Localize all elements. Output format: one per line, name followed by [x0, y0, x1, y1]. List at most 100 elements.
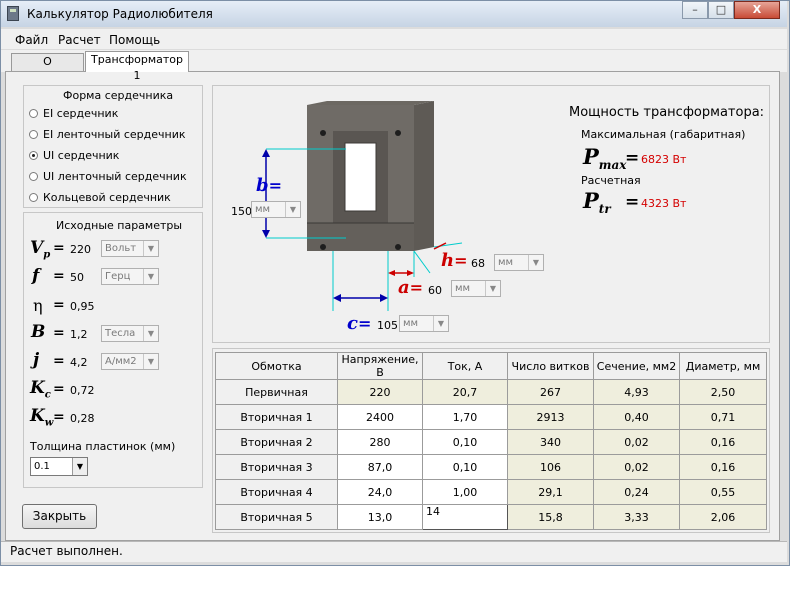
b-induction-value[interactable]: 1,2	[70, 328, 88, 341]
j-unit-select[interactable]: А/мм2 ▼	[101, 353, 159, 370]
cell-voltage[interactable]: 2400	[337, 404, 423, 430]
kc-value[interactable]: 0,72	[70, 384, 95, 397]
cell-diameter: 0,16	[679, 429, 767, 455]
calculator-icon	[7, 6, 19, 21]
b-unit-select[interactable]: Тесла ▼	[101, 325, 159, 342]
cell-turns: 267	[507, 379, 594, 405]
j-unit-value: А/мм2	[105, 356, 137, 367]
radio-ui-indicator[interactable]	[29, 151, 38, 160]
header-winding[interactable]: Обмотка	[215, 352, 338, 380]
cell-current[interactable]: 1,00	[422, 479, 508, 505]
header-voltage[interactable]: Напряжение, В	[337, 352, 423, 380]
core-hole	[320, 244, 326, 250]
b-dim-unit-select[interactable]: мм ▼	[251, 201, 301, 218]
eta-value[interactable]: 0,95	[70, 300, 95, 313]
h-dim-label: h=	[441, 250, 468, 271]
cell-voltage[interactable]: 220	[337, 379, 423, 405]
eta-equals: =	[53, 297, 65, 313]
menu-help[interactable]: Помощь	[109, 33, 160, 47]
close-button[interactable]: Закрыть	[22, 504, 97, 529]
table-row: Вторичная 3 87,0 0,10 106 0,02 0,16	[215, 454, 767, 480]
cell-voltage[interactable]: 87,0	[337, 454, 423, 480]
c-dim-label: c=	[347, 313, 372, 334]
core-shape-group	[23, 85, 203, 208]
vp-value[interactable]: 220	[70, 243, 91, 256]
menu-file[interactable]: Файл	[15, 33, 48, 47]
ptr-value: 4323 Вт	[641, 197, 687, 210]
window-title: Калькулятор Радиолюбителя	[27, 7, 213, 21]
b-induction-symbol: B	[31, 322, 46, 342]
cell-diameter: 2,06	[679, 504, 767, 530]
h-dim-unit: мм	[498, 257, 514, 268]
kw-equals: =	[53, 409, 65, 425]
header-current[interactable]: Ток, А	[422, 352, 508, 380]
kw-value[interactable]: 0,28	[70, 412, 95, 425]
cell-section: 4,93	[593, 379, 680, 405]
cell-turns: 2913	[507, 404, 594, 430]
radio-ui-tape-indicator[interactable]	[29, 172, 38, 181]
cell-name: Вторичная 4	[215, 479, 338, 505]
cell-voltage[interactable]: 24,0	[337, 479, 423, 505]
cell-current[interactable]: 20,7	[422, 379, 508, 405]
table-row: Вторичная 5 13,0 14 15,8 3,33 2,06	[215, 504, 767, 530]
f-value[interactable]: 50	[70, 271, 84, 284]
cell-current[interactable]: 0,10	[422, 429, 508, 455]
pmax-value: 6823 Вт	[641, 153, 687, 166]
maximize-button[interactable]: □	[708, 1, 734, 19]
ptr-equals: =	[625, 192, 640, 212]
cell-diameter: 2,50	[679, 379, 767, 405]
cell-voltage[interactable]: 280	[337, 429, 423, 455]
thickness-value: 0.1	[34, 461, 50, 472]
menu-calc[interactable]: Расчет	[58, 33, 101, 47]
f-unit-select[interactable]: Герц ▼	[101, 268, 159, 285]
tab-about[interactable]: О программе	[11, 53, 84, 84]
radio-ui-label: UI сердечник	[43, 149, 120, 162]
radio-ei-tape-indicator[interactable]	[29, 130, 38, 139]
kc-symbol: Kc	[30, 378, 51, 401]
table-row: Вторичная 1 2400 1,70 2913 0,40 0,71	[215, 404, 767, 430]
kw-symbol: Kw	[30, 406, 54, 429]
cell-diameter: 0,16	[679, 454, 767, 480]
b-equals: =	[53, 325, 65, 341]
ptr-symbol: Ptr	[583, 188, 611, 217]
cell-turns: 29,1	[507, 479, 594, 505]
a-dim-unit: мм	[455, 283, 471, 294]
j-symbol: j	[33, 350, 40, 370]
pmax-equals: =	[625, 148, 640, 168]
a-dim-label: a=	[398, 277, 424, 298]
cell-section: 3,33	[593, 504, 680, 530]
cell-current-editing[interactable]: 14	[422, 504, 508, 530]
vp-equals: =	[53, 240, 65, 256]
c-dim-value[interactable]: 105	[377, 319, 398, 332]
header-turns[interactable]: Число витков	[507, 352, 594, 380]
h-dim-value[interactable]: 68	[471, 257, 485, 270]
a-dim-unit-select[interactable]: мм ▼	[451, 280, 501, 297]
thickness-select[interactable]: 0.1 ▼	[30, 457, 88, 476]
cell-current[interactable]: 0,10	[422, 454, 508, 480]
b-dim-value[interactable]: 150	[231, 205, 252, 218]
core-hole	[320, 130, 326, 136]
vp-unit-select[interactable]: Вольт ▼	[101, 240, 159, 257]
status-text: Расчет выполнен.	[10, 544, 123, 558]
power-title: Мощность трансформатора:	[569, 105, 765, 120]
j-value[interactable]: 4,2	[70, 356, 88, 369]
h-dim-unit-select[interactable]: мм ▼	[494, 254, 544, 271]
c-dim-unit-select[interactable]: мм ▼	[399, 315, 449, 332]
cell-current[interactable]: 1,70	[422, 404, 508, 430]
header-diameter[interactable]: Диаметр, мм	[679, 352, 767, 380]
cell-turns: 106	[507, 454, 594, 480]
header-section[interactable]: Сечение, мм2	[593, 352, 680, 380]
cell-voltage[interactable]: 13,0	[337, 504, 423, 530]
minimize-button[interactable]: –	[682, 1, 708, 19]
b-dim-label: b=	[256, 175, 282, 196]
radio-ei-indicator[interactable]	[29, 109, 38, 118]
a-dim-value[interactable]: 60	[428, 284, 442, 297]
tab-transformer-1[interactable]: Трансформатор 1	[85, 51, 189, 82]
vp-symbol: Vp	[30, 238, 51, 261]
chevron-down-icon: ▼	[143, 241, 158, 256]
chevron-down-icon: ▼	[485, 281, 500, 296]
close-window-button[interactable]: X	[734, 1, 780, 19]
table-header-row: Обмотка Напряжение, В Ток, А Число витко…	[215, 352, 767, 380]
radio-toroid-indicator[interactable]	[29, 193, 38, 202]
radio-ei-label: EI сердечник	[43, 107, 119, 120]
